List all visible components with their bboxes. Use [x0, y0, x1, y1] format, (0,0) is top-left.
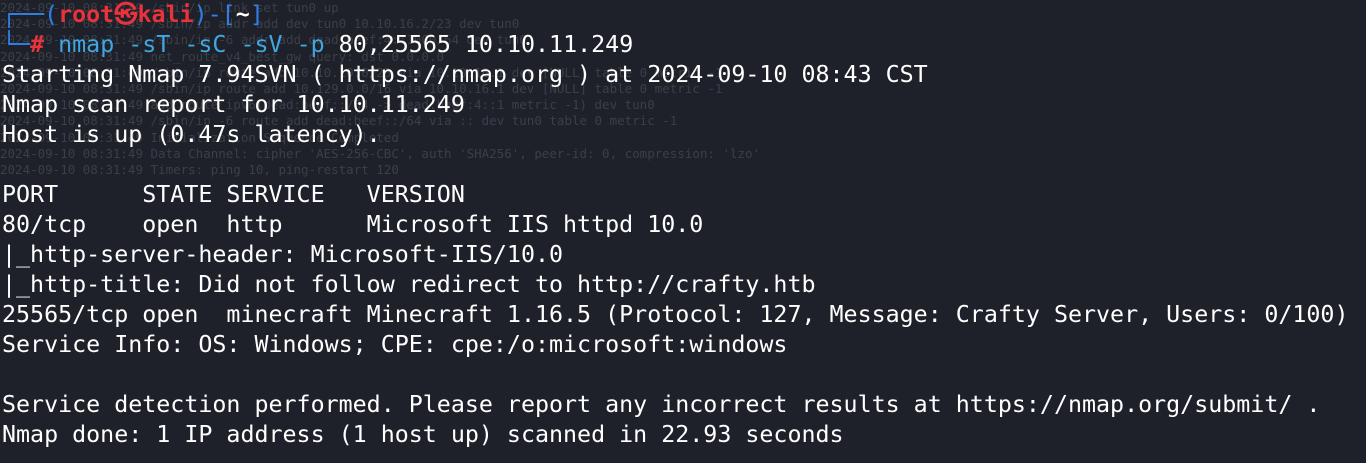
prompt-open: ┌──( — [2, 1, 59, 28]
output-line: Service detection performed. Please repo… — [2, 391, 1321, 418]
output-line: Host is up (0.47s latency). — [2, 121, 381, 148]
command-args: 80,25565 10.10.11.249 — [338, 31, 634, 58]
output-line: 25565/tcp open minecraft Minecraft 1.16.… — [2, 301, 1349, 328]
command-program: nmap — [58, 31, 115, 58]
output-line: |_http-server-header: Microsoft-IIS/10.0 — [2, 241, 564, 268]
terminal-window[interactable]: 2024-09-10 08:31:49 /sbin/ip link set tu… — [0, 0, 1366, 463]
output-line: |_http-title: Did not follow redirect to… — [2, 271, 816, 298]
output-line: Nmap done: 1 IP address (1 host up) scan… — [2, 421, 844, 448]
output-line: Service Info: OS: Windows; CPE: cpe:/o:m… — [2, 331, 788, 358]
terminal-output: ┌──(root㉿kali)-[~] └─# nmap -sT -sC -sV … — [0, 0, 1366, 450]
prompt-line-1: ┌──(root㉿kali)-[~] — [0, 0, 1366, 30]
output-line: Starting Nmap 7.94SVN ( https://nmap.org… — [2, 61, 928, 88]
prompt-close: ] — [249, 1, 264, 28]
prompt-user: root㉿kali — [58, 1, 194, 28]
prompt-symbol: # — [30, 31, 45, 58]
prompt-line-2[interactable]: └─# nmap -sT -sC -sV -p 80,25565 10.10.1… — [0, 30, 1366, 60]
command-flags: -sT -sC -sV -p — [128, 31, 325, 58]
prompt-mid: )-[ — [193, 1, 236, 28]
output-line: Nmap scan report for 10.10.11.249 — [2, 91, 465, 118]
output-line: 80/tcp open http Microsoft IIS httpd 10.… — [2, 211, 704, 238]
output-line: PORT STATE SERVICE VERSION — [2, 181, 465, 208]
prompt-corner: └─ — [2, 31, 31, 58]
prompt-cwd: ~ — [235, 1, 250, 28]
